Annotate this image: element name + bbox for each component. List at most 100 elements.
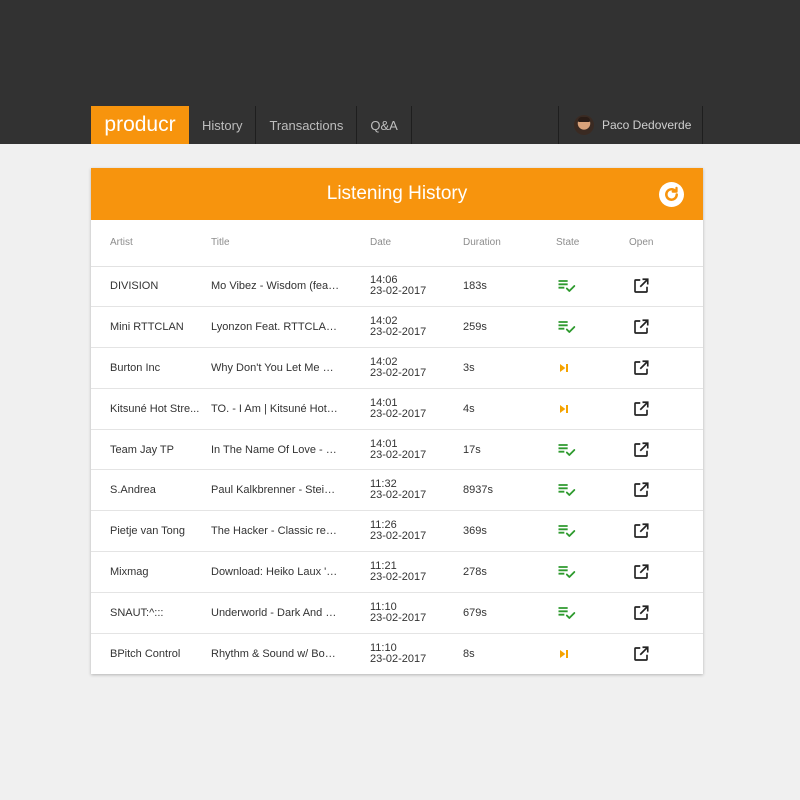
nav-transactions[interactable]: Transactions [256,106,358,144]
open-in-new-icon[interactable] [632,360,650,375]
open-in-new-icon[interactable] [632,442,650,457]
open-cell [629,592,703,634]
state-cell [556,510,629,553]
duration-cell: 4s [463,388,556,430]
open-in-new-icon[interactable] [632,605,650,620]
open-in-new-icon[interactable] [632,319,650,335]
avatar [574,115,594,135]
state-cell [556,469,629,512]
artist-cell: DIVISION [91,266,211,308]
title-cell: Underworld - Dark And Lo... [211,592,370,634]
card-title: Listening History [326,183,468,204]
state-cell [556,633,629,674]
playlist-check-icon [556,525,576,538]
table-header-row: Artist Title Date Duration State Open [91,220,703,267]
playlist-check-icon [556,321,576,334]
artist-cell: BPitch Control [110,647,181,660]
skip-next-icon [556,362,572,374]
open-in-new-icon[interactable] [632,278,650,294]
title-cell: Lyonzon Feat. RTTCLAN ... [211,306,370,349]
date-text: 23-02-2017 [370,530,427,543]
table-row: Team Jay TP In The Name Of Love - ( J... 1… [91,429,703,471]
open-cell [629,347,703,389]
date-text: 23-02-2017 [370,570,427,583]
state-cell [556,266,629,308]
table-row: SNAUT:^::: Underworld - Dark And Lo... 11:… [91,592,703,634]
date-text: 23-02-2017 [370,326,427,339]
artist-cell: Burton Inc [91,347,211,389]
duration-cell: 259s [463,306,556,349]
date-text: 23-02-2017 [370,407,427,420]
table-row: Kitsuné Hot Stre... TO. - I Am | Kitsuné … [91,388,703,430]
playlist-check-icon [556,566,576,578]
duration-cell: 183s [463,266,556,308]
table-row: DIVISION Mo Vibez - Wisdom (feat.... 14:06… [91,266,703,308]
refresh-icon[interactable] [659,182,684,207]
open-cell [629,510,703,553]
open-cell [629,469,703,512]
title-cell: Paul Kalkbrenner - Steinb... [211,469,370,512]
open-in-new-icon[interactable] [632,646,650,661]
skip-next-icon [556,648,572,660]
state-cell [556,306,629,349]
brand-logo[interactable]: producr [91,106,189,144]
column-header-date[interactable]: Date [370,220,463,267]
open-cell [629,551,703,593]
date-cell: 11:10 23-02-2017 [370,592,463,634]
main-nav: producr History Transactions Q&A [91,106,412,144]
duration-cell: 369s [463,510,556,553]
column-header-state[interactable]: State [556,220,629,267]
title-cell: TO. - I Am | Kitsuné Hot S... [211,388,370,430]
title-cell: Download: Heiko Laux 'O... [211,551,370,593]
playlist-check-icon [556,280,576,293]
open-cell [629,429,703,471]
history-table: Artist Title Date Duration State Open DI… [91,220,703,674]
duration-cell: 8937s [463,469,556,512]
artist-cell: Kitsuné Hot Stre... [91,388,211,430]
date-cell: 11:10 23-02-2017 [370,633,463,674]
artist-cell: Team Jay TP [91,429,211,471]
table-row: Mixmag Download: Heiko Laux 'O... 11:21 23-… [91,551,703,593]
title-cell: Why Don't You Let Me Kn... [211,347,370,389]
state-cell [556,347,629,389]
playlist-check-icon [556,443,576,456]
open-in-new-icon[interactable] [632,401,650,416]
open-in-new-icon[interactable] [632,523,650,538]
user-menu[interactable]: Paco Dedoverde [558,106,703,144]
date-text: 23-02-2017 [370,489,427,502]
state-cell [556,551,629,593]
artist-cell: Mixmag [91,551,211,593]
duration-cell: 17s [463,429,556,471]
date-text: 23-02-2017 [370,366,427,379]
state-cell [556,388,629,430]
date-cell: 11:26 23-02-2017 [370,510,463,553]
date-cell: 11:32 23-02-2017 [370,469,463,512]
artist-cell: SNAUT:^::: [91,592,211,634]
playlist-check-icon [556,606,576,619]
nav-qa[interactable]: Q&A [357,106,412,144]
open-cell [629,266,703,308]
state-cell [556,592,629,634]
column-header-duration[interactable]: Duration [463,220,556,267]
time-text: 14:01 [370,437,398,450]
column-header-title[interactable]: Title [211,220,370,267]
user-name: Paco Dedoverde [602,118,692,132]
table-row: S.Andrea Paul Kalkbrenner - Steinb... 11:3… [91,469,703,512]
table-row: Burton Inc Why Don't You Let Me Kn... 14:0… [91,347,703,389]
open-in-new-icon[interactable] [632,482,650,498]
card-header: Listening History [91,168,703,220]
duration-cell: 3s [463,347,556,389]
date-text: 23-02-2017 [370,285,427,298]
open-in-new-icon[interactable] [632,564,650,579]
title-cell: The Hacker - Classic revis... [211,510,370,553]
skip-next-icon [556,403,572,415]
column-header-artist[interactable]: Artist [91,220,211,267]
date-cell: 11:21 23-02-2017 [370,551,463,593]
nav-history[interactable]: History [189,106,257,144]
date-cell: 14:02 23-02-2017 [370,306,463,349]
duration-cell: 679s [463,592,556,634]
title-cell: In The Name Of Love - ( J... [211,429,370,471]
title-cell: Mo Vibez - Wisdom (feat.... [211,266,370,308]
artist-cell: S.Andrea [91,469,211,512]
title-cell: Rhythm & Sound w/ Bobb... [211,647,347,660]
